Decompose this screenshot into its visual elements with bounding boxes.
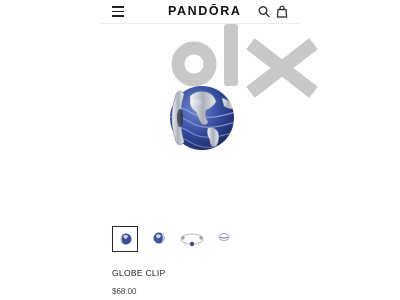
thumbnail-bracelet-with-charm[interactable] xyxy=(178,226,206,252)
thumbnail-globe-clip-front[interactable] xyxy=(112,226,138,252)
product-price: $68.00 xyxy=(112,287,137,296)
hamburger-menu-icon[interactable] xyxy=(112,6,124,17)
thumbnail-globe-clip-side[interactable] xyxy=(212,226,238,252)
product-page: PANDŌRA GLOBE CLIP $68.00 xyxy=(0,0,400,300)
shopping-bag-icon[interactable] xyxy=(276,5,288,18)
search-icon[interactable] xyxy=(258,5,270,18)
brand-logo[interactable]: PANDŌRA xyxy=(168,4,241,18)
header-divider xyxy=(100,23,300,24)
site-header: PANDŌRA xyxy=(100,0,300,24)
product-title: GLOBE CLIP xyxy=(112,268,166,278)
globe-clip-charm-image[interactable] xyxy=(160,78,240,162)
thumbnail-globe-clip-angle[interactable] xyxy=(147,226,173,252)
